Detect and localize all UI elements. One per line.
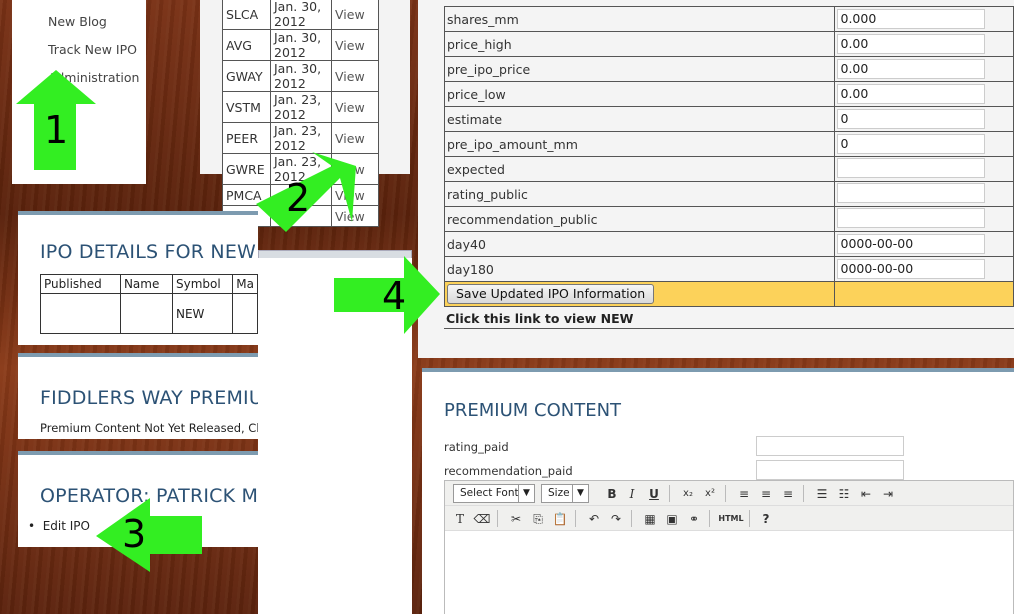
annotation-layer — [16, 70, 440, 572]
annotation-number-2: 2 — [286, 176, 311, 220]
arrow-3 — [96, 498, 202, 572]
annotation-number-3: 3 — [122, 512, 147, 556]
annotation-number-1: 1 — [44, 108, 69, 152]
annotation-number-4: 4 — [382, 274, 407, 318]
